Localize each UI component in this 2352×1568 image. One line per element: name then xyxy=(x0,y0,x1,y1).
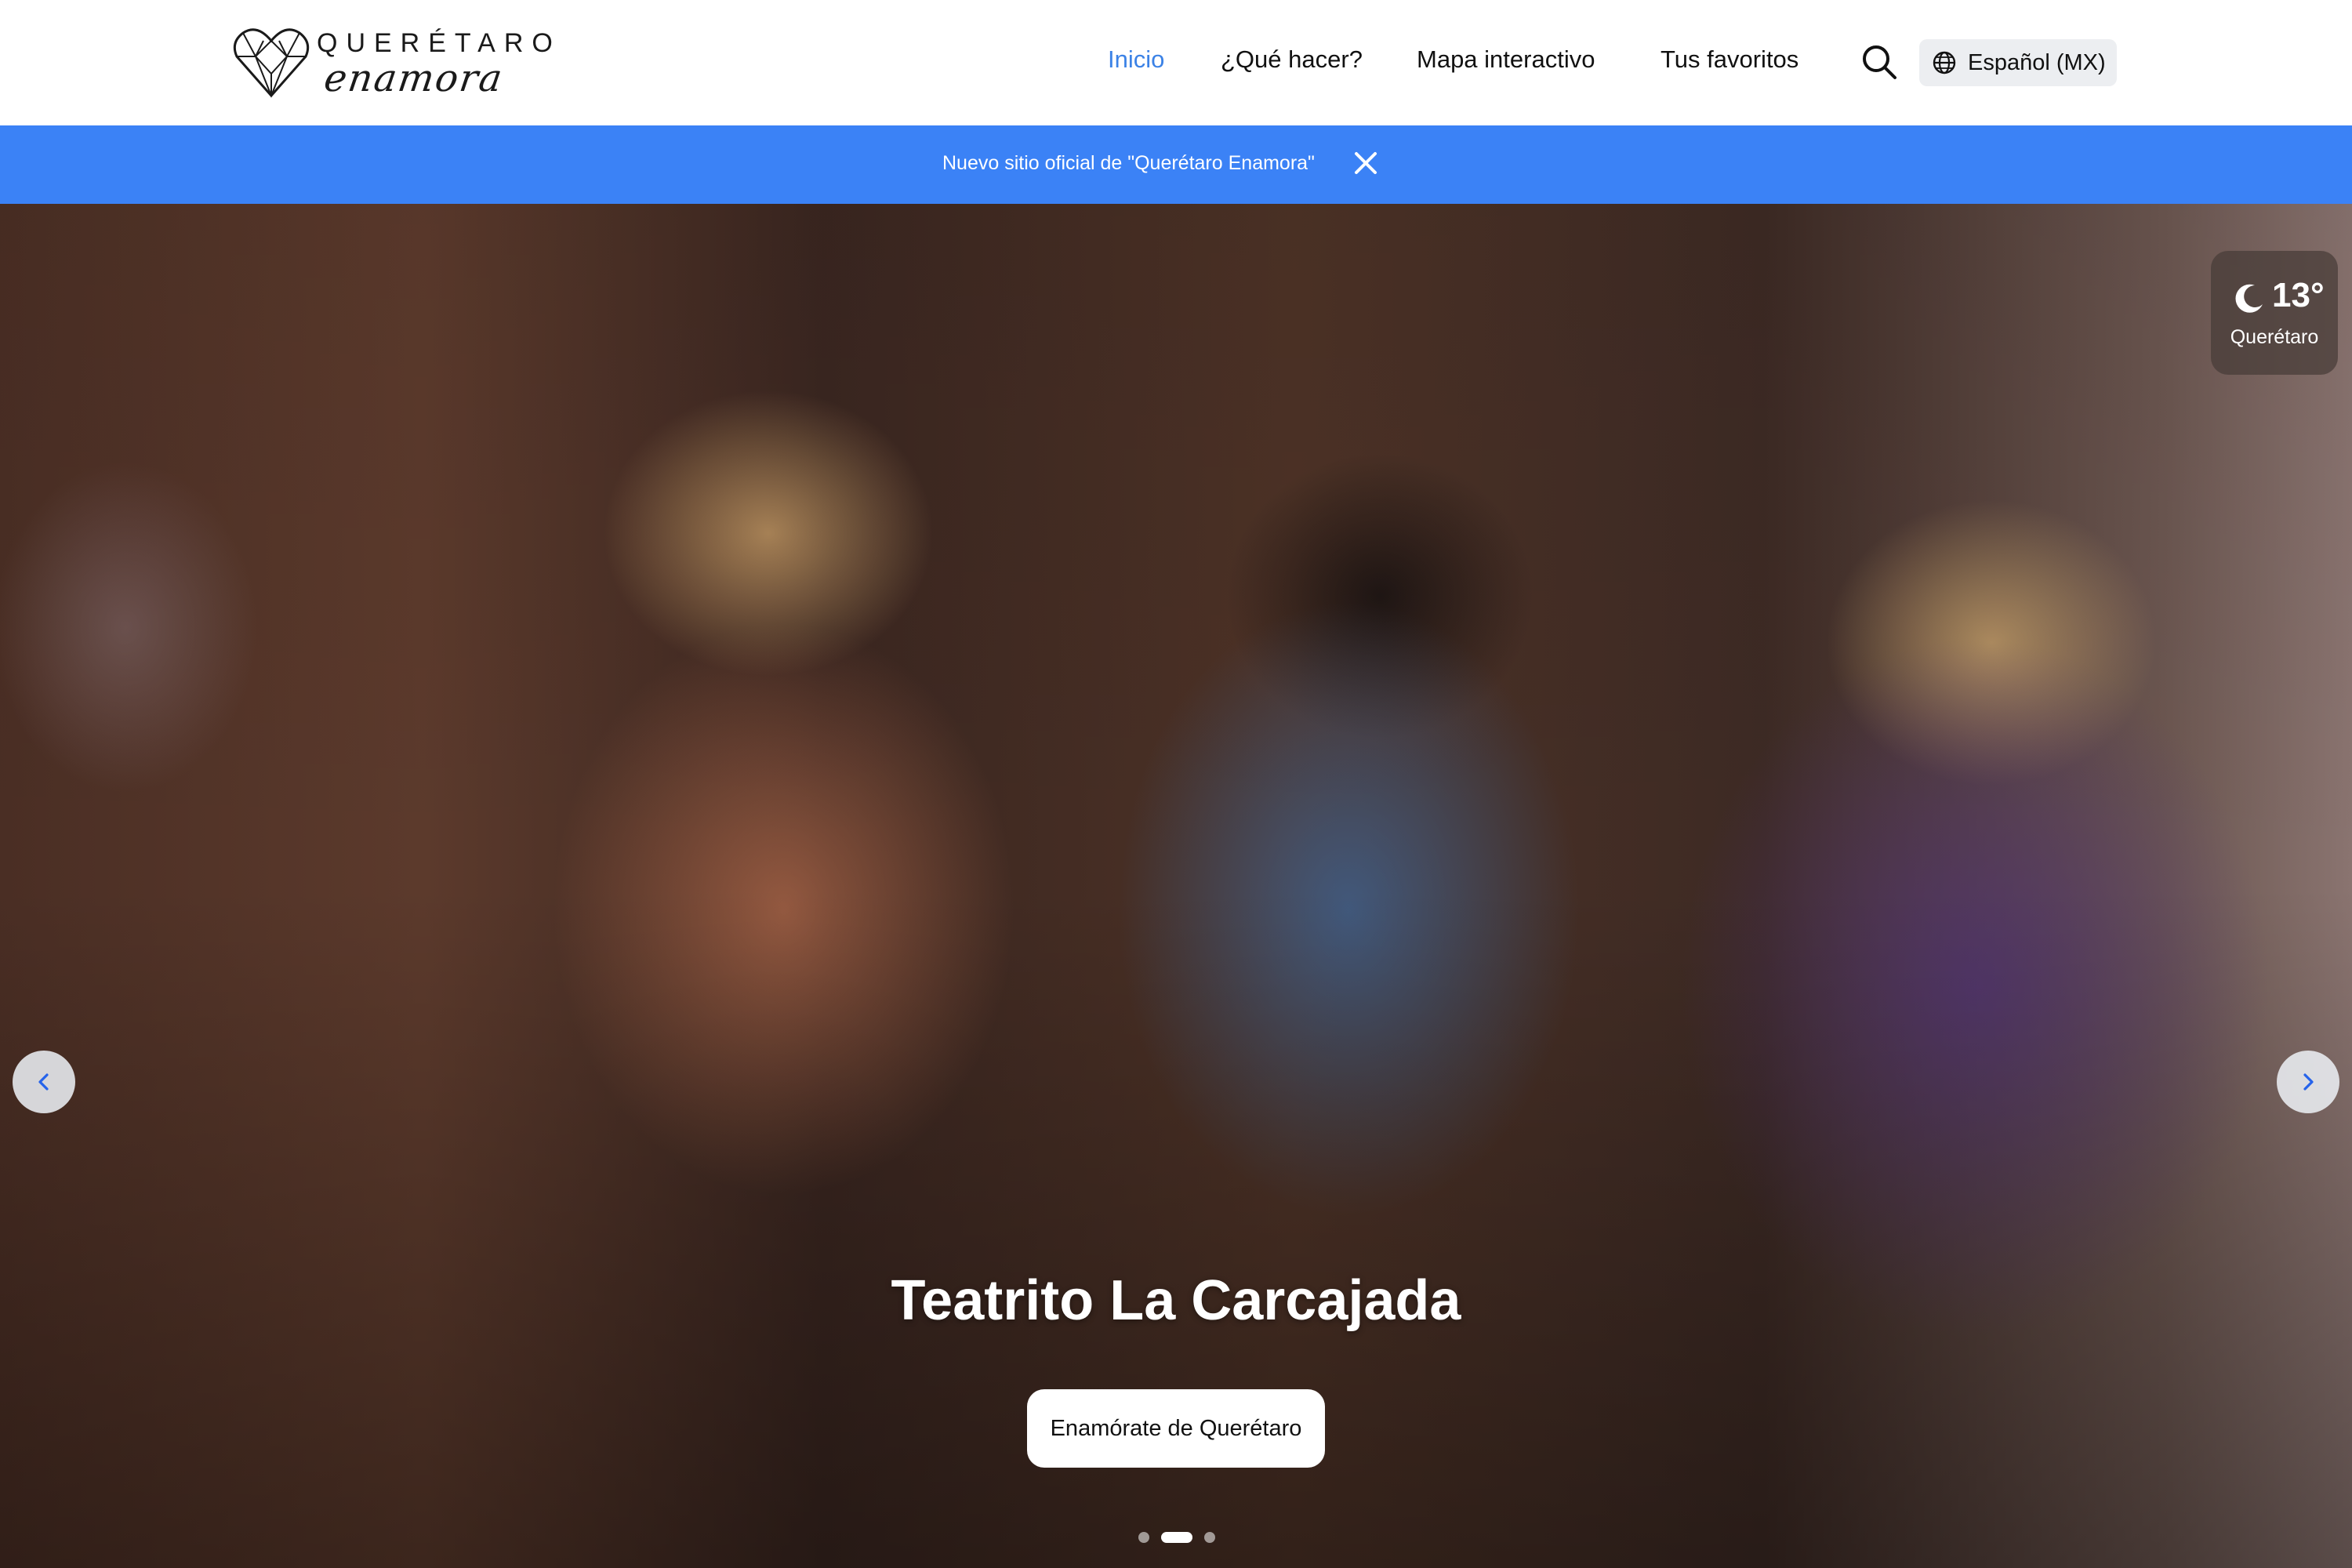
weather-city: Querétaro xyxy=(2230,326,2319,348)
site-header: QUERÉTARO enamora Inicio ¿Qué hacer? Map… xyxy=(0,0,2352,125)
main-nav: Inicio ¿Qué hacer? Mapa interactivo Tus … xyxy=(0,0,2352,125)
banner-text: Nuevo sitio oficial de "Querétaro Enamor… xyxy=(942,152,1315,174)
hero-image xyxy=(0,204,2352,1568)
cta-button[interactable]: Enamórate de Querétaro xyxy=(1027,1389,1325,1468)
carousel-prev-button[interactable] xyxy=(13,1051,75,1113)
chevron-left-icon xyxy=(38,1073,49,1091)
chevron-right-icon xyxy=(2303,1073,2314,1091)
carousel-next-button[interactable] xyxy=(2277,1051,2339,1113)
language-selector[interactable]: Español (MX) xyxy=(1919,39,2117,86)
nav-item-mapa-interactivo[interactable]: Mapa interactivo xyxy=(1417,45,1595,74)
weather-temperature: 13° xyxy=(2272,276,2325,314)
nav-item-inicio[interactable]: Inicio xyxy=(1108,45,1164,74)
globe-icon xyxy=(1933,51,1956,74)
carousel-dot-3[interactable] xyxy=(1204,1532,1215,1543)
close-icon xyxy=(1355,152,1377,174)
carousel-dot-1[interactable] xyxy=(1138,1532,1149,1543)
search-icon xyxy=(1863,45,1896,79)
weather-widget[interactable]: 13° Querétaro xyxy=(2211,251,2338,375)
nav-item-tus-favoritos[interactable]: Tus favoritos xyxy=(1661,45,1798,74)
nav-item-que-hacer[interactable]: ¿Qué hacer? xyxy=(1221,45,1363,74)
carousel-dot-2-active[interactable] xyxy=(1161,1532,1192,1543)
banner-close-button[interactable] xyxy=(1352,149,1380,177)
moon-icon xyxy=(2235,284,2263,313)
language-label: Español (MX) xyxy=(1968,49,2106,75)
hero-carousel xyxy=(0,204,2352,1568)
search-button[interactable] xyxy=(1860,42,1899,82)
carousel-indicators xyxy=(0,1532,2352,1544)
hero-title: Teatrito La Carcajada xyxy=(891,1269,1461,1332)
announcement-banner: Nuevo sitio oficial de "Querétaro Enamor… xyxy=(0,125,2352,204)
